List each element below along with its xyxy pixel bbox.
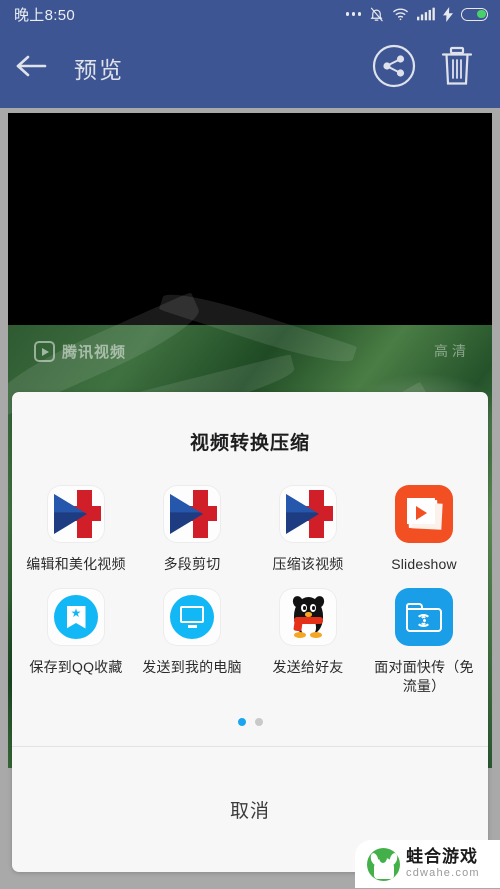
share-app-slideshow[interactable]: Slideshow [366,479,482,574]
frog-logo-icon [367,847,400,881]
video-letterbox [8,113,492,325]
site-domain: cdwahe.com [406,867,480,880]
phone-screen: 晚上8:50 预览 腾讯视频 高清 视频转换压缩 编辑和美化视频 多段剪切 压缩… [0,0,500,889]
face-to-face-transfer-icon [395,588,453,646]
share-app-label: 编辑和美化视频 [26,556,126,572]
silent-bell-icon [369,7,384,22]
status-bar: 晚上8:50 [0,0,500,28]
share-app-send-to-friend[interactable]: 发送给好友 [250,582,366,696]
share-app-label: 压缩该视频 [272,556,344,572]
share-sheet-title: 视频转换压缩 [189,433,310,454]
share-app-label: 发送给好友 [272,659,344,675]
page-title: 预览 [74,57,124,83]
tencent-video-watermark: 腾讯视频 [34,341,126,362]
charging-bolt-icon [443,6,453,22]
share-app-grid: 编辑和美化视频 多段剪切 压缩该视频 Slideshow ★ 保存到QQ收藏 发… [12,465,488,696]
share-app-face-to-face[interactable]: 面对面快传（免流量） [366,582,482,696]
share-icon [372,44,416,92]
share-button[interactable] [372,44,416,93]
share-app-multi-cut[interactable]: 多段剪切 [134,479,250,574]
status-icons [345,6,488,22]
qq-favorites-icon: ★ [47,588,105,646]
site-watermark-text: 蛙合游戏 cdwahe.com [406,848,480,879]
video-editor-icon [47,485,105,543]
share-app-label: Slideshow [391,556,457,572]
status-time: 晚上8:50 [14,6,75,24]
back-button[interactable] [0,28,62,108]
share-app-my-computer[interactable]: 发送到我的电脑 [134,582,250,696]
wifi-icon [392,7,409,21]
pager-dot-2[interactable] [254,718,263,726]
slideshow-icon [395,485,453,543]
site-watermark: 蛙合游戏 cdwahe.com [355,840,500,888]
tencent-video-label: 腾讯视频 [62,344,127,361]
video-stage: 腾讯视频 高清 视频转换压缩 编辑和美化视频 多段剪切 压缩该视频 Slides… [0,108,500,888]
back-arrow-icon [14,52,48,85]
video-editor-icon [163,485,221,543]
site-name: 蛙合游戏 [406,847,478,867]
more-dots-icon [345,12,361,16]
share-app-label: 保存到QQ收藏 [29,659,123,675]
video-quality-label: 高清 [434,343,470,359]
play-icon [34,341,55,362]
share-app-compress-video[interactable]: 压缩该视频 [250,479,366,574]
delete-button[interactable] [440,45,474,92]
share-app-label: 面对面快传（免流量） [374,659,474,694]
app-bar-actions [372,44,500,93]
my-computer-icon [163,588,221,646]
share-app-video-editor[interactable]: 编辑和美化视频 [18,479,134,574]
share-app-label: 发送到我的电脑 [142,659,242,675]
share-app-label: 多段剪切 [163,556,221,572]
qq-penguin-icon [279,588,337,646]
signal-bars-icon [417,7,435,21]
trash-icon [440,46,474,91]
app-bar: 预览 [0,28,500,108]
share-app-qq-favorites[interactable]: ★ 保存到QQ收藏 [18,582,134,696]
pager-dot-1[interactable] [237,718,246,726]
battery-icon [461,7,488,21]
share-sheet-pager[interactable] [12,718,488,726]
video-editor-icon [279,485,337,543]
share-sheet: 视频转换压缩 编辑和美化视频 多段剪切 压缩该视频 Slideshow ★ 保存… [12,392,488,872]
